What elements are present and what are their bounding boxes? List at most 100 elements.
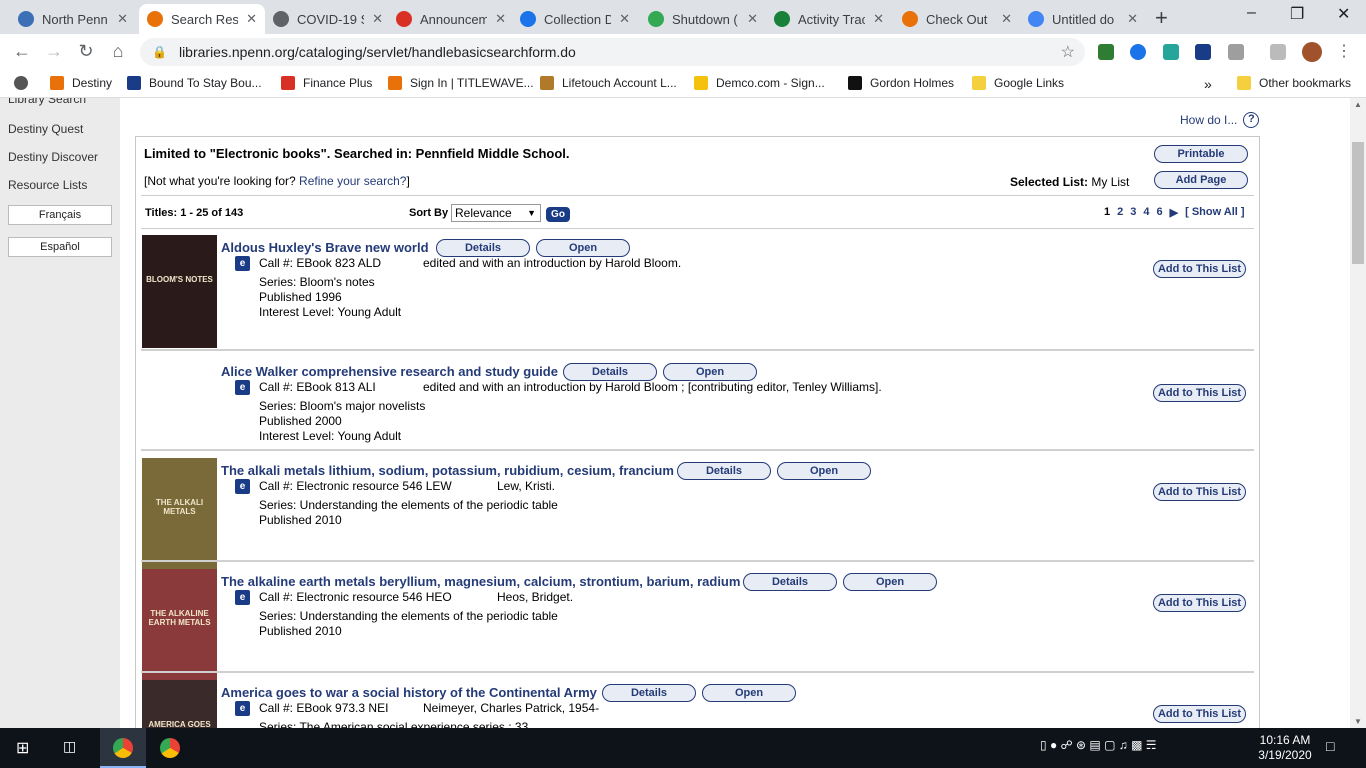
reload-icon[interactable]: ↻	[74, 41, 98, 62]
bookmark-item[interactable]: Lifetouch Account L...	[540, 76, 677, 90]
details-button[interactable]: Details	[602, 684, 696, 702]
bookmark-item[interactable]: Sign In | TITLEWAVE...	[388, 76, 534, 90]
result-title-link[interactable]: The alkali metals lithium, sodium, potas…	[221, 463, 674, 478]
chrome-profile-icon[interactable]	[160, 738, 180, 758]
extension-icon[interactable]	[1130, 44, 1146, 60]
how-do-i-link[interactable]: How do I... ?	[1180, 112, 1260, 128]
book-cover-image[interactable]: AMERICA GOES TO WAR	[142, 680, 217, 728]
add-page-button[interactable]: Add Page	[1154, 171, 1248, 189]
maximize-icon[interactable]: ❐	[1290, 4, 1304, 24]
address-bar[interactable]: 🔒 libraries.npenn.org/cataloging/servlet…	[140, 38, 1085, 66]
details-button[interactable]: Details	[677, 462, 771, 480]
home-icon[interactable]: ⌂	[106, 41, 130, 62]
bookmark-item[interactable]: Gordon Holmes	[848, 76, 954, 90]
add-to-list-button[interactable]: Add to This List	[1153, 594, 1246, 612]
scrollbar-thumb[interactable]	[1352, 142, 1364, 264]
other-bookmarks[interactable]: Other bookmarks	[1237, 76, 1351, 90]
scroll-down-icon[interactable]: ▼	[1354, 717, 1362, 726]
open-button[interactable]: Open	[702, 684, 796, 702]
bookmark-item[interactable]: Bound To Stay Bou...	[127, 76, 262, 90]
extension-icon[interactable]	[1098, 44, 1114, 60]
result-title-link[interactable]: The alkaline earth metals beryllium, mag…	[221, 574, 740, 589]
bookmark-star-icon[interactable]: ☆	[1061, 42, 1075, 62]
windows-start-icon[interactable]: ⊞	[16, 738, 29, 758]
tab-2[interactable]: COVID-19 S ✕	[265, 4, 391, 34]
tab-5[interactable]: Shutdown (✕	[640, 4, 766, 34]
task-view-icon[interactable]: ◫	[63, 738, 76, 755]
tab-3[interactable]: Announcem ✕	[388, 4, 514, 34]
extension-icon[interactable]	[1228, 44, 1244, 60]
open-button[interactable]: Open	[536, 239, 630, 257]
reading-list-icon[interactable]	[1270, 44, 1286, 60]
bookmark-item[interactable]: Demco.com - Sign...	[694, 76, 825, 90]
details-button[interactable]: Details	[436, 239, 530, 257]
open-button[interactable]: Open	[663, 363, 757, 381]
taskbar-chrome[interactable]	[100, 728, 146, 768]
sidebar-item-destiny-quest[interactable]: Destiny Quest	[8, 122, 83, 136]
close-tab-icon[interactable]: ✕	[747, 11, 758, 27]
close-tab-icon[interactable]: ✕	[873, 11, 884, 27]
page-link[interactable]: 6	[1157, 206, 1163, 219]
book-cover-image[interactable]: THE ALKALI METALS	[142, 458, 217, 571]
close-tab-icon[interactable]: ✕	[1001, 11, 1012, 27]
notification-icon[interactable]: □	[1326, 738, 1334, 754]
add-to-list-button[interactable]: Add to This List	[1153, 705, 1246, 723]
page-link[interactable]: 1	[1104, 206, 1110, 219]
tab-1[interactable]: Search Resu ✕	[139, 4, 265, 34]
details-button[interactable]: Details	[743, 573, 837, 591]
new-tab-button[interactable]: +	[1155, 5, 1168, 31]
sidebar-item-destiny-discover[interactable]: Destiny Discover	[8, 150, 98, 164]
tab-8[interactable]: Untitled do ✕	[1020, 4, 1146, 34]
close-tab-icon[interactable]: ✕	[117, 11, 128, 27]
scrollbar[interactable]: ▲ ▼	[1350, 98, 1366, 728]
close-tab-icon[interactable]: ✕	[619, 11, 630, 27]
close-window-icon[interactable]: ✕	[1337, 4, 1350, 24]
extension-icon[interactable]	[1195, 44, 1211, 60]
scroll-up-icon[interactable]: ▲	[1354, 100, 1362, 109]
add-to-list-button[interactable]: Add to This List	[1153, 260, 1246, 278]
result-title-link[interactable]: Aldous Huxley's Brave new world	[221, 240, 429, 255]
menu-icon[interactable]: ⋮	[1332, 41, 1356, 61]
refine-search-link[interactable]: Refine your search?	[299, 174, 406, 188]
sort-select[interactable]: Relevance ▼	[451, 204, 541, 222]
apps-icon[interactable]	[14, 76, 36, 90]
add-to-list-button[interactable]: Add to This List	[1153, 384, 1246, 402]
result-title-link[interactable]: America goes to war a social history of …	[221, 685, 597, 700]
bookmark-item[interactable]: Destiny	[50, 76, 112, 90]
tab-4[interactable]: Collection D ✕	[512, 4, 638, 34]
bookmark-item[interactable]: Google Links	[972, 76, 1064, 90]
sidebar-item-library-search[interactable]: Library Search	[8, 98, 86, 106]
sidebar-item-resource-lists[interactable]: Resource Lists	[8, 178, 87, 192]
page-link[interactable]: 4	[1143, 206, 1149, 219]
espanol-button[interactable]: Español	[8, 237, 112, 257]
close-tab-icon[interactable]: ✕	[372, 11, 383, 27]
open-button[interactable]: Open	[843, 573, 937, 591]
show-all-link[interactable]: [ Show All ]	[1185, 206, 1244, 219]
extension-icon[interactable]	[1163, 44, 1179, 60]
tray-icons[interactable]: ▯ ● ☍ ⊛ ▤ ▢ ♫ ▩ ☴	[1040, 738, 1157, 752]
details-button[interactable]: Details	[563, 363, 657, 381]
close-tab-icon[interactable]: ✕	[495, 11, 506, 27]
page-link[interactable]: 2	[1117, 206, 1123, 219]
open-button[interactable]: Open	[777, 462, 871, 480]
tab-7[interactable]: Check Out ✕	[894, 4, 1020, 34]
avatar[interactable]	[1302, 42, 1322, 62]
printable-button[interactable]: Printable	[1154, 145, 1248, 163]
forward-icon[interactable]: →	[42, 41, 66, 62]
page-link[interactable]: 3	[1130, 206, 1136, 219]
bookmark-item[interactable]: Finance Plus	[281, 76, 372, 90]
next-page-icon[interactable]: ▶	[1170, 206, 1178, 219]
clock[interactable]: 10:16 AM 3/19/2020	[1255, 733, 1315, 763]
tab-0[interactable]: North Penn ✕	[10, 4, 136, 34]
book-cover-image[interactable]: THE ALKALINE EARTH METALS	[142, 569, 217, 682]
go-button[interactable]: Go	[546, 207, 570, 222]
minimize-icon[interactable]: –	[1247, 4, 1256, 22]
selected-list-value[interactable]: My List	[1088, 175, 1129, 189]
back-icon[interactable]: ←	[10, 41, 34, 62]
result-title-link[interactable]: Alice Walker comprehensive research and …	[221, 364, 558, 379]
chevron-more-icon[interactable]: »	[1204, 76, 1212, 92]
book-cover-image[interactable]: BLOOM'S NOTES	[142, 235, 217, 348]
tab-6[interactable]: Activity Trac ✕	[766, 4, 892, 34]
close-tab-icon[interactable]: ✕	[246, 11, 257, 27]
add-to-list-button[interactable]: Add to This List	[1153, 483, 1246, 501]
